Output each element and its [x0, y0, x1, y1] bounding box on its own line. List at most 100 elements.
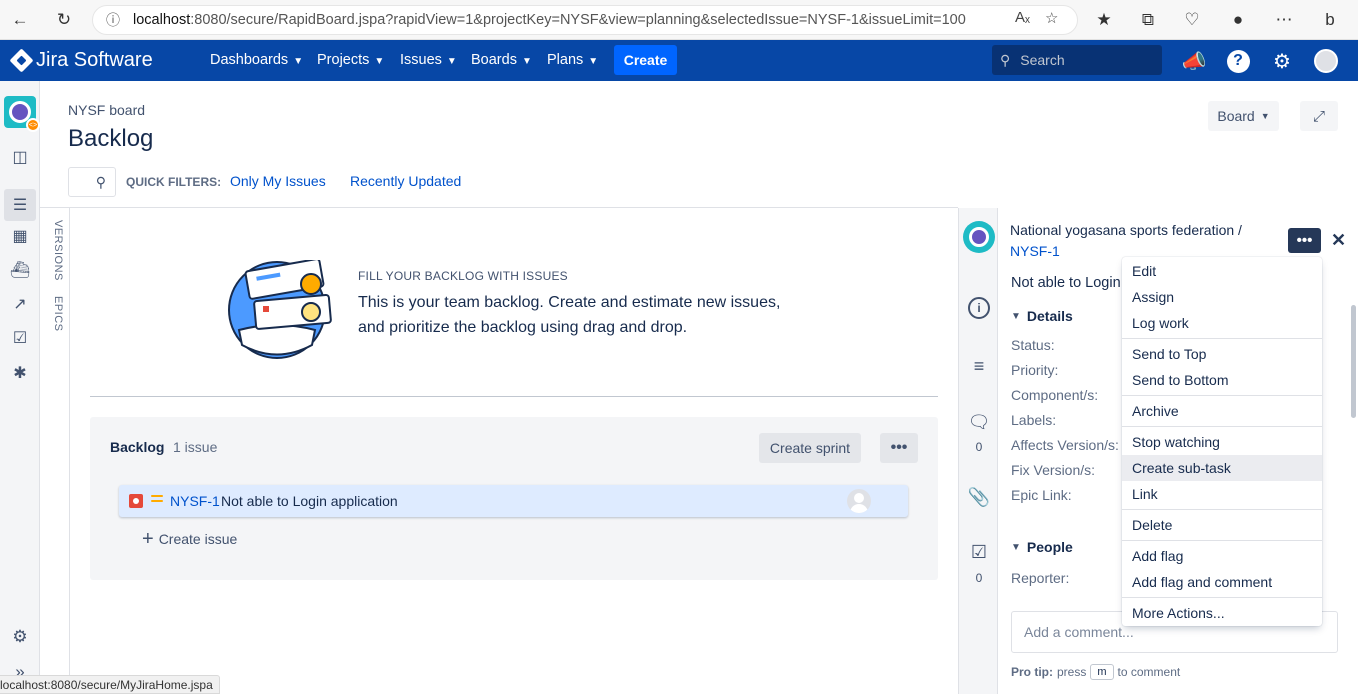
- project-settings-icon[interactable]: ⚙: [8, 625, 32, 649]
- info-icon[interactable]: i: [967, 296, 991, 320]
- board-icon[interactable]: ◫: [8, 145, 32, 169]
- back-icon[interactable]: ←: [8, 8, 32, 32]
- chevron-down-icon: ▼: [588, 56, 599, 67]
- expand-icon: ⤢: [1312, 107, 1325, 125]
- issues-icon[interactable]: ☑: [8, 326, 32, 350]
- menu-item-archive[interactable]: Archive: [1122, 398, 1322, 424]
- browser-essentials-icon[interactable]: ♡: [1180, 8, 1204, 32]
- bug-icon: [129, 494, 143, 508]
- settings-icon[interactable]: ⚙: [1269, 48, 1295, 74]
- chevron-down-icon: ▼: [1011, 541, 1021, 553]
- detail-project-name[interactable]: National yogasana sports federation /: [1010, 222, 1242, 238]
- nav-issues[interactable]: Issues ▼: [400, 52, 457, 68]
- attachment-icon[interactable]: 📎: [967, 485, 991, 509]
- search-placeholder: Search: [1020, 52, 1065, 68]
- add-ons-icon[interactable]: ✱: [8, 361, 32, 385]
- divider: [69, 208, 70, 694]
- description-icon[interactable]: ≡: [967, 354, 991, 378]
- menu-item-send-to-top[interactable]: Send to Top: [1122, 341, 1322, 367]
- filter-only-my-issues[interactable]: Only My Issues: [230, 173, 326, 189]
- address-bar[interactable]: ⓘ localhost:8080/secure/RapidBoard.jspa?…: [92, 5, 1078, 35]
- issue-row[interactable]: NYSF-1 Not able to Login application: [119, 485, 908, 517]
- field-affects-version-label: Affects Version/s:: [1011, 437, 1119, 453]
- menu-item-send-to-bottom[interactable]: Send to Bottom: [1122, 367, 1322, 393]
- page-title: Backlog: [68, 125, 154, 152]
- field-fix-version-label: Fix Version/s:: [1011, 462, 1096, 478]
- menu-item-add-flag[interactable]: Add flag: [1122, 543, 1322, 569]
- field-priority-label: Priority:: [1011, 362, 1059, 378]
- board-button[interactable]: Board ▼: [1208, 101, 1279, 131]
- nav-dashboards[interactable]: Dashboards ▼: [210, 52, 303, 68]
- detail-summary: Not able to Login: [1011, 275, 1121, 291]
- backlog-illustration: [228, 260, 332, 359]
- detail-scrollbar[interactable]: [1351, 305, 1356, 418]
- active-sprints-icon[interactable]: ▦: [8, 224, 32, 248]
- search-input[interactable]: ⚲ Search: [992, 45, 1162, 75]
- comment-icon[interactable]: 🗨: [967, 410, 991, 434]
- project-avatar: [963, 221, 995, 253]
- jira-top-nav: Jira Software Dashboards ▼ Projects ▼ Issu…: [0, 40, 1358, 81]
- plus-icon: +: [142, 528, 154, 550]
- menu-item-create-sub-task[interactable]: Create sub-task: [1122, 455, 1322, 481]
- bing-icon[interactable]: b: [1318, 8, 1342, 32]
- read-aloud-icon[interactable]: Aₓ: [1015, 9, 1030, 26]
- search-icon: ⚲: [1000, 51, 1011, 68]
- menu-item-delete[interactable]: Delete: [1122, 512, 1322, 538]
- settings-menu-icon[interactable]: ⋯: [1272, 8, 1296, 32]
- menu-separator: [1122, 395, 1322, 396]
- empty-state-body: This is your team backlog. Create and es…: [358, 294, 781, 336]
- menu-item-edit[interactable]: Edit: [1122, 258, 1322, 284]
- create-issue-button[interactable]: + Create issue: [142, 528, 237, 550]
- profile-icon[interactable]: ●: [1226, 8, 1250, 32]
- empty-state-heading: FILL YOUR BACKLOG WITH ISSUES: [358, 269, 568, 283]
- nav-plans[interactable]: Plans ▼: [547, 52, 598, 68]
- jira-logo[interactable]: Jira Software: [9, 48, 153, 73]
- details-section-toggle[interactable]: ▼ Details: [1011, 308, 1073, 324]
- menu-item-assign[interactable]: Assign: [1122, 284, 1322, 310]
- backlog-more-button[interactable]: •••: [880, 433, 918, 463]
- backlog-search-input[interactable]: ⚲: [68, 167, 116, 197]
- nav-projects[interactable]: Projects ▼: [317, 52, 384, 68]
- reports-icon[interactable]: ↗: [8, 292, 32, 316]
- menu-item-stop-watching[interactable]: Stop watching: [1122, 429, 1322, 455]
- refresh-icon[interactable]: ↻: [52, 8, 76, 32]
- project-avatar[interactable]: <>: [4, 96, 40, 132]
- site-info-icon[interactable]: ⓘ: [93, 10, 133, 30]
- issue-actions-button[interactable]: •••: [1288, 228, 1321, 253]
- releases-icon[interactable]: ⛴: [8, 258, 32, 282]
- close-icon[interactable]: ✕: [1331, 230, 1346, 251]
- issue-key[interactable]: NYSF-1: [170, 493, 220, 509]
- create-button[interactable]: Create: [614, 45, 677, 75]
- priority-medium-icon: [151, 495, 163, 507]
- notifications-icon[interactable]: 📣: [1181, 48, 1207, 74]
- jira-logo-text: Jira Software: [36, 49, 153, 71]
- user-avatar[interactable]: [1313, 48, 1339, 74]
- menu-item-link[interactable]: Link: [1122, 481, 1322, 507]
- keyboard-key: m: [1090, 664, 1114, 680]
- add-favorite-icon[interactable]: ☆: [1045, 9, 1058, 27]
- tab-epics[interactable]: EPICS: [52, 296, 64, 332]
- backlog-icon[interactable]: ☰: [4, 189, 36, 221]
- divider: [40, 207, 958, 208]
- menu-item-log-work[interactable]: Log work: [1122, 310, 1322, 336]
- url-text: localhost:8080/secure/RapidBoard.jspa?ra…: [133, 12, 966, 28]
- menu-item-add-flag-and-comment[interactable]: Add flag and comment: [1122, 569, 1322, 595]
- favorites-icon[interactable]: ★: [1092, 8, 1116, 32]
- create-sprint-button[interactable]: Create sprint: [759, 433, 861, 463]
- collections-icon[interactable]: ⧉: [1136, 8, 1160, 32]
- nav-boards[interactable]: Boards ▼: [471, 52, 532, 68]
- tab-versions[interactable]: VERSIONS: [52, 220, 64, 281]
- filter-recently-updated[interactable]: Recently Updated: [350, 173, 461, 189]
- help-icon[interactable]: ?: [1225, 48, 1251, 74]
- issue-actions-menu: Edit Assign Log work Send to Top Send to Bot…: [1122, 257, 1322, 626]
- fullscreen-button[interactable]: ⤢: [1300, 101, 1338, 131]
- menu-separator: [1122, 338, 1322, 339]
- breadcrumb[interactable]: NYSF board: [68, 102, 145, 118]
- project-sidebar: <> ◫ ☰ ▦ ⛴ ↗ ☑ ✱ ⚙ »: [0, 81, 40, 694]
- menu-item-more-actions[interactable]: More Actions...: [1122, 600, 1322, 626]
- subtasks-icon[interactable]: ☑: [967, 540, 991, 564]
- chevron-down-icon: ▼: [521, 56, 532, 67]
- detail-nav-rail: i ≡ 🗨 0 📎 ☑ 0: [958, 208, 998, 694]
- detail-issue-key[interactable]: NYSF-1: [1010, 243, 1060, 259]
- people-section-toggle[interactable]: ▼ People: [1011, 539, 1073, 555]
